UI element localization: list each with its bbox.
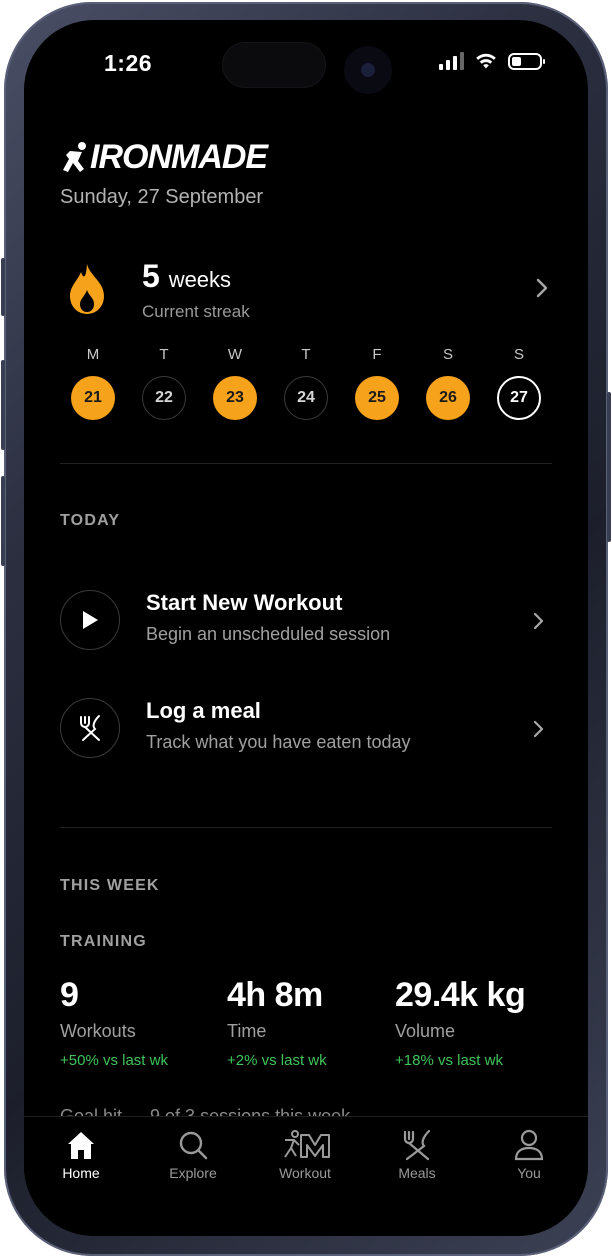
volume-up-button [1,360,5,450]
runner-logo-icon [63,141,86,172]
chevron-right-icon [536,278,548,298]
volume-down-button [1,476,5,566]
day-letter: T [159,346,169,363]
streak-card[interactable]: 5 weeks Current streak [60,256,552,328]
week-day[interactable]: W 23 [210,346,260,420]
fork-knife-icon-button [60,698,120,758]
tab-label: You [517,1165,541,1181]
tab-home[interactable]: Home [36,1129,126,1181]
tab-workout[interactable]: Workout [260,1129,350,1181]
row-subtitle: Begin an unscheduled session [146,624,391,644]
current-date: Sunday, 27 September [60,186,264,208]
brand-logo: IRONMADE [60,138,268,177]
day-letter: F [372,346,382,363]
week-day[interactable]: T 22 [139,346,189,420]
stat-value: 29.4k kg [395,976,526,1014]
stat-value: 4h 8m [227,976,323,1014]
fork-knife-icon [80,715,100,741]
screen: 1:26 IRONMADE Sunday, 27 September 5 wee… [24,20,588,1236]
tab-label: Explore [169,1165,217,1181]
play-icon-button [60,590,120,650]
week-day[interactable]: F 25 [352,346,402,420]
this-week-heading: THIS WEEK [60,877,160,894]
streak-number: 5 [142,258,160,294]
stat-delta: +2% vs last wk [227,1052,327,1069]
stat-label: Time [227,1021,267,1041]
day-letter: W [227,346,243,363]
stat-time: 4h 8m Time +2% vs last wk [227,976,327,1069]
day-circle-miss: 24 [284,376,328,420]
brand-name: IRONMADE [90,138,268,176]
stat-delta: +18% vs last wk [395,1052,503,1069]
row-title: Start New Workout [146,590,343,615]
start-workout-row[interactable]: Start New Workout Begin an unscheduled s… [60,590,552,654]
row-subtitle: Track what you have eaten today [146,732,411,752]
dynamic-island [222,42,326,88]
day-circle-done: 26 [426,376,470,420]
day-circle-done: 21 [71,376,115,420]
stat-workouts: 9 Workouts +50% vs last wk [60,976,168,1069]
tab-label: Workout [279,1165,331,1181]
chevron-right-icon [533,720,544,738]
week-day[interactable]: M 21 [68,346,118,420]
action-button [1,258,5,316]
today-heading: TODAY [60,512,121,529]
chevron-right-icon [533,612,544,630]
cellular-signal-icon [439,52,464,70]
streak-label: Current streak [142,302,250,321]
week-day[interactable]: S 26 [423,346,473,420]
log-meal-row[interactable]: Log a meal Track what you have eaten tod… [60,698,552,762]
streak-unit: weeks [168,267,232,292]
wifi-icon [476,53,496,69]
camera [344,46,392,94]
week-days: M 21 T 22 W 23 T 24 F 25 S 26 S 27 [68,346,544,420]
workout-icon [284,1130,330,1158]
status-icons [439,52,545,70]
divider [60,827,552,828]
tab-label: Home [62,1165,100,1181]
tab-you[interactable]: You [484,1129,574,1181]
tab-label: Meals [398,1165,436,1181]
person-icon [514,1129,544,1161]
training-heading: TRAINING [60,933,147,950]
status-time: 1:26 [104,50,153,76]
day-circle-done: 25 [355,376,399,420]
play-icon [83,611,98,629]
week-day[interactable]: T 24 [281,346,331,420]
day-circle-miss: 22 [142,376,186,420]
day-letter: T [301,346,311,363]
fork-knife-icon [403,1129,431,1161]
stat-volume: 29.4k kg Volume +18% vs last wk [395,976,526,1069]
search-icon [179,1131,208,1160]
day-letter: S [442,346,453,363]
tab-bar: Home Explore Workout Meals You [24,1116,588,1236]
streak-count: 5 weeks [142,258,231,295]
battery-icon [508,52,545,70]
tab-meals[interactable]: Meals [372,1129,462,1181]
stat-value: 9 [60,976,79,1014]
row-title: Log a meal [146,698,261,723]
tab-explore[interactable]: Explore [148,1129,238,1181]
stat-label: Volume [395,1021,456,1041]
day-circle-done: 23 [213,376,257,420]
week-day[interactable]: S 27 [494,346,544,420]
day-letter: S [513,346,524,363]
stat-delta: +50% vs last wk [60,1052,168,1069]
flame-icon [70,264,104,314]
power-button [607,392,611,542]
stat-label: Workouts [60,1021,136,1041]
home-icon [68,1132,94,1159]
divider [60,463,552,464]
day-circle-today: 27 [497,376,541,420]
day-letter: M [86,346,100,363]
